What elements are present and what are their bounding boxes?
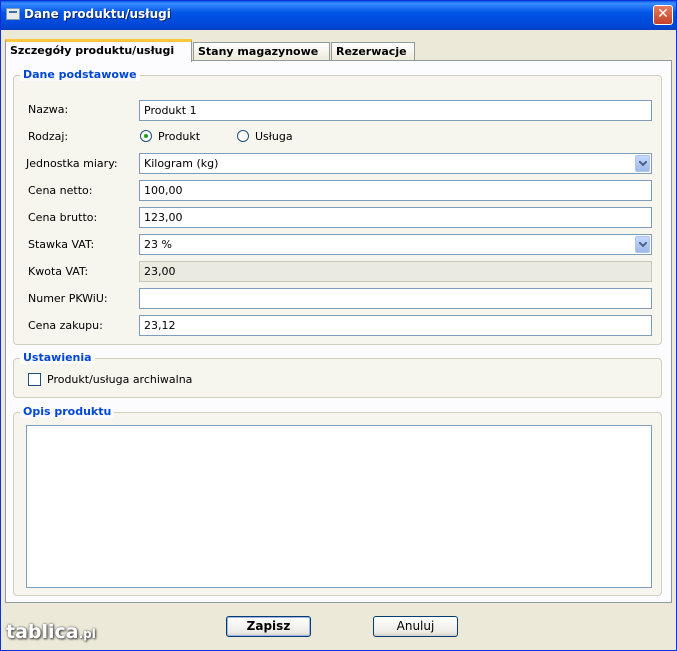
close-icon[interactable]: ✕ bbox=[653, 5, 673, 25]
type-product-label[interactable]: Produkt bbox=[158, 130, 200, 143]
description-textarea[interactable] bbox=[26, 425, 652, 588]
net-price-input[interactable]: 100,00 bbox=[139, 180, 652, 201]
tab-stock-levels[interactable]: Stany magazynowe bbox=[193, 42, 330, 61]
vat-amount-label: Kwota VAT: bbox=[28, 265, 89, 278]
title-bar[interactable]: Dane produktu/usługi ✕ bbox=[1, 1, 676, 30]
window-icon bbox=[6, 8, 20, 20]
type-service-label[interactable]: Usługa bbox=[255, 130, 293, 143]
chevron-down-icon[interactable] bbox=[635, 155, 650, 172]
gross-price-label: Cena brutto: bbox=[28, 211, 98, 224]
unit-select[interactable]: Kilogram (kg) bbox=[139, 153, 652, 174]
settings-legend: Ustawienia bbox=[20, 351, 95, 364]
product-dialog-window: Dane produktu/usługi ✕ Szczegóły produkt… bbox=[0, 0, 677, 651]
vat-amount-field: 23,00 bbox=[139, 261, 652, 282]
cancel-button[interactable]: Anuluj bbox=[373, 616, 458, 637]
watermark-suffix: .pl bbox=[78, 627, 96, 641]
pkwiu-input[interactable] bbox=[139, 288, 652, 309]
purchase-price-input[interactable]: 23,12 bbox=[139, 315, 652, 336]
type-label: Rodzaj: bbox=[28, 130, 69, 143]
name-input[interactable]: Produkt 1 bbox=[139, 100, 652, 121]
pkwiu-label: Numer PKWiU: bbox=[28, 292, 108, 305]
vat-rate-label: Stawka VAT: bbox=[28, 238, 95, 251]
purchase-price-label: Cena zakupu: bbox=[28, 319, 103, 332]
vat-rate-select-value: 23 % bbox=[144, 238, 172, 251]
window-title: Dane produktu/usługi bbox=[24, 7, 171, 21]
description-legend: Opis produktu bbox=[20, 405, 115, 418]
vat-rate-select[interactable]: 23 % bbox=[139, 234, 652, 255]
basic-data-legend: Dane podstawowe bbox=[20, 68, 140, 81]
tab-product-details[interactable]: Szczegóły produktu/usługi bbox=[5, 39, 192, 62]
chevron-down-icon[interactable] bbox=[635, 236, 650, 253]
archive-checkbox[interactable] bbox=[28, 373, 41, 386]
save-button[interactable]: Zapisz bbox=[226, 616, 311, 637]
net-price-label: Cena netto: bbox=[28, 184, 93, 197]
gross-price-input[interactable]: 123,00 bbox=[139, 207, 652, 228]
watermark-main: tablica bbox=[6, 621, 79, 643]
type-service-radio[interactable] bbox=[237, 130, 249, 142]
unit-label: Jednostka miary: bbox=[26, 157, 118, 170]
name-label: Nazwa: bbox=[28, 103, 69, 116]
archive-label[interactable]: Produkt/usługa archiwalna bbox=[47, 373, 192, 386]
watermark-logo: tablica.pl bbox=[6, 621, 96, 643]
type-product-radio[interactable] bbox=[140, 130, 152, 142]
unit-select-value: Kilogram (kg) bbox=[144, 157, 219, 170]
tab-reservations[interactable]: Rezerwacje bbox=[331, 42, 415, 61]
